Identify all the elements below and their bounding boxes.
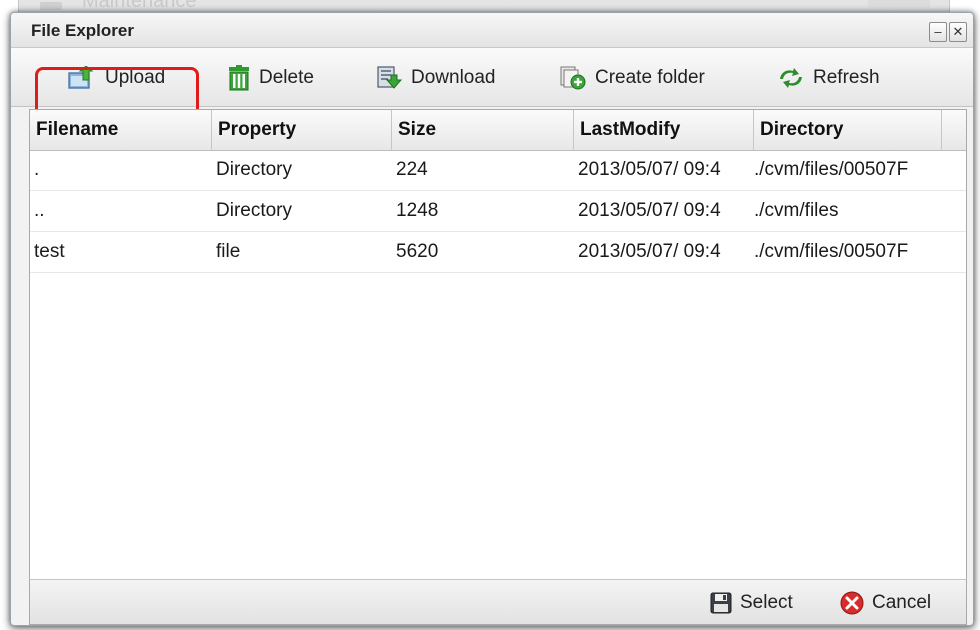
cell-filename: .. [34,200,45,221]
cell-size: 224 [396,159,428,180]
cell-directory: ./cvm/files/00507F [754,159,909,180]
cancel-label: Cancel [872,592,932,613]
dialog-titlebar: File Explorer – ✕ [11,13,973,48]
file-explorer-dialog: File Explorer – ✕ Upload Delete Download… [10,12,974,626]
select-button[interactable]: Select [710,590,793,616]
table-row[interactable]: . Directory 224 2013/05/07/ 09:4 ./cvm/f… [30,150,966,191]
table-row[interactable]: .. Directory 1248 2013/05/07/ 09:4 ./cvm… [30,191,966,232]
refresh-button[interactable]: Refresh [777,65,880,91]
table-row[interactable]: test file 5620 2013/05/07/ 09:4 ./cvm/fi… [30,232,966,273]
download-icon [377,66,403,89]
cell-size: 5620 [396,241,439,262]
refresh-icon [780,68,802,88]
column-header-lastmodify[interactable]: LastModify [574,110,754,150]
cell-directory: ./cvm/files [754,200,839,221]
column-header-directory[interactable]: Directory [754,110,942,150]
column-header-property[interactable]: Property [212,110,392,150]
delete-label: Delete [259,67,314,88]
trash-icon [229,65,249,91]
column-header-spacer [942,110,966,150]
new-folder-icon [560,66,586,90]
column-header-size[interactable]: Size [392,110,574,150]
cell-size: 1248 [396,200,439,221]
cell-lastmodify: 2013/05/07/ 09:4 [578,200,721,221]
cancel-icon [840,591,864,615]
background-window-icon [40,2,62,10]
create-folder-label: Create folder [595,67,705,88]
select-label: Select [740,592,793,613]
close-button[interactable]: ✕ [949,22,967,42]
cell-property: Directory [216,159,293,180]
cell-lastmodify: 2013/05/07/ 09:4 [578,159,721,180]
download-button[interactable]: Download [377,65,496,91]
dialog-footer: Select Cancel [29,579,967,625]
cell-lastmodify: 2013/05/07/ 09:4 [578,241,721,262]
create-folder-button[interactable]: Create folder [559,65,705,91]
dialog-title: File Explorer [31,21,134,40]
column-header-filename[interactable]: Filename [30,110,212,150]
minimize-button[interactable]: – [929,22,947,42]
delete-button[interactable]: Delete [227,65,314,91]
background-window-controls [868,0,930,8]
cancel-button[interactable]: Cancel [840,590,931,616]
cell-property: file [216,241,241,262]
cell-filename: . [34,159,40,180]
save-disk-icon [710,592,732,614]
table-header: Filename Property Size LastModify Direct… [30,110,966,151]
cell-filename: test [34,241,65,262]
download-label: Download [411,67,496,88]
toolbar: Upload Delete Download Create folder Ref… [11,48,973,117]
refresh-label: Refresh [813,67,880,88]
file-table: Filename Property Size LastModify Direct… [29,109,967,581]
cell-property: Directory [216,200,293,221]
cell-directory: ./cvm/files/00507F [754,241,909,262]
